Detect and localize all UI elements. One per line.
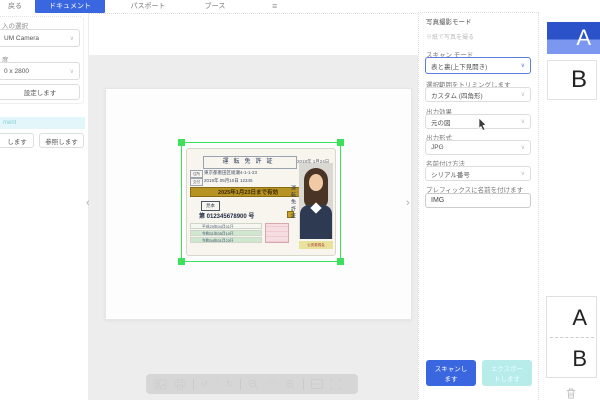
scan-button[interactable]: スキャンします xyxy=(426,360,476,386)
thumbnail-b[interactable]: B xyxy=(547,60,597,100)
thumbnail-combined-a: A xyxy=(547,297,596,338)
chevron-down-icon: ∨ xyxy=(521,118,525,125)
scan-mode-select[interactable]: 表と裏(上下見開き) ∨ xyxy=(425,57,531,74)
crop-handle-top-right[interactable] xyxy=(337,139,344,146)
chevron-down-icon: ∨ xyxy=(70,35,74,42)
photo-mode-hint: ※紙で写真を撮る xyxy=(426,32,474,41)
thumbnail-combined-b: B xyxy=(547,338,596,379)
resolution-select-value: 0 x 2800 xyxy=(4,68,29,75)
thumbnail-combined[interactable]: A B xyxy=(546,296,597,378)
tab-document[interactable]: ドキュメント xyxy=(35,0,105,13)
app-window: 戻る ドキュメント パスポート ブース ≡ 入の選択 UM Camera ∨ 度… xyxy=(0,0,600,400)
fit-screen-icon[interactable] xyxy=(330,379,341,390)
actual-size-icon[interactable]: 1:1 xyxy=(311,379,323,389)
prefix-input[interactable] xyxy=(425,193,531,208)
printer-icon[interactable] xyxy=(174,379,186,390)
scan-mode-value: 表と裏(上下見開き) xyxy=(431,61,487,71)
resolution-select[interactable]: 0 x 2800 ∨ xyxy=(0,62,80,80)
camera-select[interactable]: UM Camera ∨ xyxy=(0,29,80,47)
naming-method-select[interactable]: シリアル番号 ∨ xyxy=(425,166,531,181)
tab-passport[interactable]: パスポート xyxy=(118,0,178,13)
mouse-cursor xyxy=(478,117,488,136)
thumbnail-a-selected[interactable]: A xyxy=(547,22,600,54)
export-button[interactable]: エクスポートします xyxy=(482,360,532,386)
menu-icon[interactable]: ≡ xyxy=(272,0,277,13)
canvas-toolbar: ↺ 0 ↻ 18% 1:1 xyxy=(146,374,358,394)
chevron-down-icon: ∨ xyxy=(521,62,525,69)
save-button[interactable]: します xyxy=(0,133,34,148)
toolbar-divider xyxy=(240,379,241,390)
browse-button[interactable]: 参照します xyxy=(39,133,84,148)
zoom-out-icon[interactable] xyxy=(248,379,259,390)
rotate-left-icon[interactable]: ↺ xyxy=(201,379,209,389)
chevron-down-icon: ∨ xyxy=(521,91,525,98)
crop-handle-top-left[interactable] xyxy=(178,139,185,146)
apply-settings-button[interactable]: 設定します xyxy=(0,84,80,100)
crop-handle-bottom-left[interactable] xyxy=(178,258,185,265)
trash-icon[interactable] xyxy=(566,386,576,400)
selected-path-item[interactable]: ment xyxy=(0,117,85,129)
crop-handle-bottom-right[interactable] xyxy=(337,258,344,265)
crop-mode-select[interactable]: カスタム (四角形) ∨ xyxy=(425,87,531,102)
camera-select-value: UM Camera xyxy=(4,35,39,42)
output-effect-value: 元の図 xyxy=(431,117,451,127)
toolbar-divider xyxy=(193,379,194,390)
crop-mode-value: カスタム (四角形) xyxy=(431,90,483,100)
naming-method-value: シリアル番号 xyxy=(431,169,470,179)
collapse-right-icon[interactable]: › xyxy=(406,196,410,210)
chevron-down-icon: ∨ xyxy=(521,144,525,151)
chevron-down-icon: ∨ xyxy=(70,68,74,75)
crop-selection-box[interactable] xyxy=(181,142,341,262)
rotate-right-icon[interactable]: ↻ xyxy=(226,379,234,389)
zoom-level: 18% xyxy=(266,381,278,387)
photo-mode-section-label: 写真撮影モード xyxy=(426,16,472,26)
toolbar-divider xyxy=(303,379,304,390)
left-sidebar: 入の選択 UM Camera ∨ 度 0 x 2800 ∨ 設定します ment… xyxy=(0,13,89,400)
rotation-angle: 0 xyxy=(216,381,219,387)
output-format-select[interactable]: JPG ∨ xyxy=(425,140,531,155)
zoom-in-icon[interactable] xyxy=(285,379,296,390)
tab-back[interactable]: 戻る xyxy=(0,0,30,13)
chevron-down-icon: ∨ xyxy=(521,170,525,177)
image-icon[interactable] xyxy=(154,379,167,390)
collapse-left-icon[interactable]: ‹ xyxy=(86,196,90,210)
tab-booth[interactable]: ブース xyxy=(192,0,238,13)
output-format-value: JPG xyxy=(431,144,444,151)
